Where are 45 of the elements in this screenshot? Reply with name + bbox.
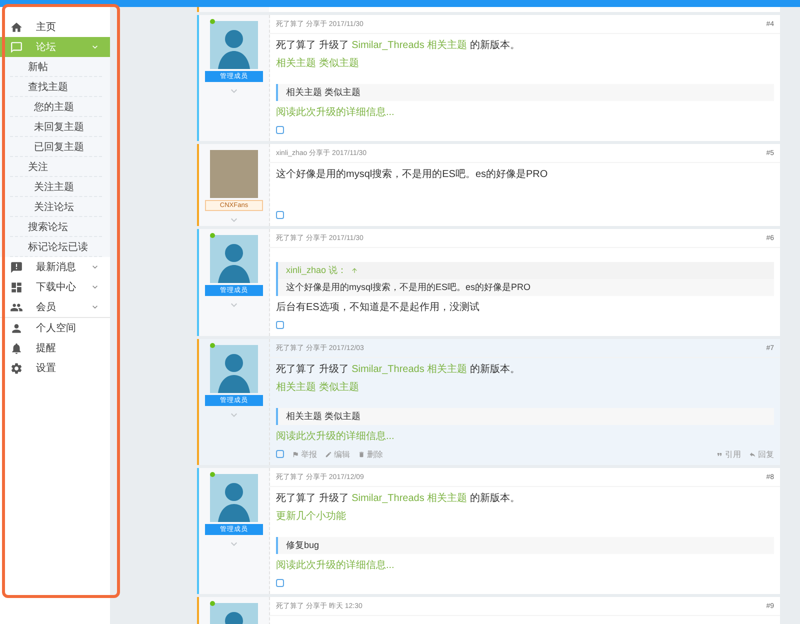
sidebar-subitem[interactable]: 查找主题 [10,77,102,97]
sidebar-item[interactable]: 提醒 [0,338,110,358]
sidebar-subitem[interactable]: 关注 [10,157,102,177]
sidebar-subitem[interactable]: 您的主题 [10,97,102,117]
arrow-up-icon[interactable] [350,267,358,274]
sidebar-subitem[interactable]: 新帖 [10,57,102,77]
sidebar-item[interactable]: 个人空间 [0,318,110,338]
photo-placeholder [210,150,258,198]
sidebar-subitem[interactable]: 已回复主题 [10,137,102,157]
sidebar-item[interactable]: 设置 [0,358,110,378]
settings-icon [10,362,23,374]
avatar-illustration [210,21,258,69]
quote-icon [716,450,723,458]
checkbox[interactable] [276,579,284,587]
bell-icon [10,342,23,354]
checkbox[interactable] [276,126,284,134]
message-alert-icon [10,260,23,274]
chat-bubble-icon [10,40,23,54]
post-text: 这个好像是用的mysql搜索，不是用的ES吧。es的好像是PRO [276,169,549,181]
post-text: 死了算了 升级了 Similar_Threads 相关主题 的新版本。 [276,40,521,52]
sidebar-item[interactable]: 最新消息 [0,257,110,277]
checkbox[interactable] [276,450,284,458]
pencil-icon [325,450,332,458]
sidebar-subitem[interactable]: 标记论坛已读 [10,237,102,257]
avatar-illustration [210,235,258,283]
people-icon [10,300,23,314]
sidebar-item[interactable]: 会员 [0,297,110,317]
reply-icon [749,450,756,458]
sidebar-subitem[interactable]: 未回复主题 [10,117,102,137]
sidebar-item[interactable]: 主页 [0,17,110,37]
post-text: 死了算了 升级了 Similar_Threads 相关主题 的新版本。 [276,493,521,505]
avatar-illustration [210,474,258,522]
avatar-illustration [210,345,258,393]
trash-icon [358,450,365,458]
checkbox[interactable] [276,321,284,329]
sidebar-subitem[interactable]: 关注论坛 [10,197,102,217]
home-icon [10,20,23,34]
flag-icon [292,450,299,458]
sidebar-subitem[interactable]: 搜索论坛 [10,217,102,237]
person-icon [10,322,23,334]
post-text: 死了算了 升级了 Similar_Threads 相关主题 的新版本。 [276,364,521,376]
checkbox[interactable] [276,211,284,219]
post-text: 后台有ES选项，不知道是不是起作用，没测试 [276,302,480,314]
sidebar-item[interactable]: 下载中心 [0,277,110,297]
sidebar-subitem[interactable]: 关注主题 [10,177,102,197]
